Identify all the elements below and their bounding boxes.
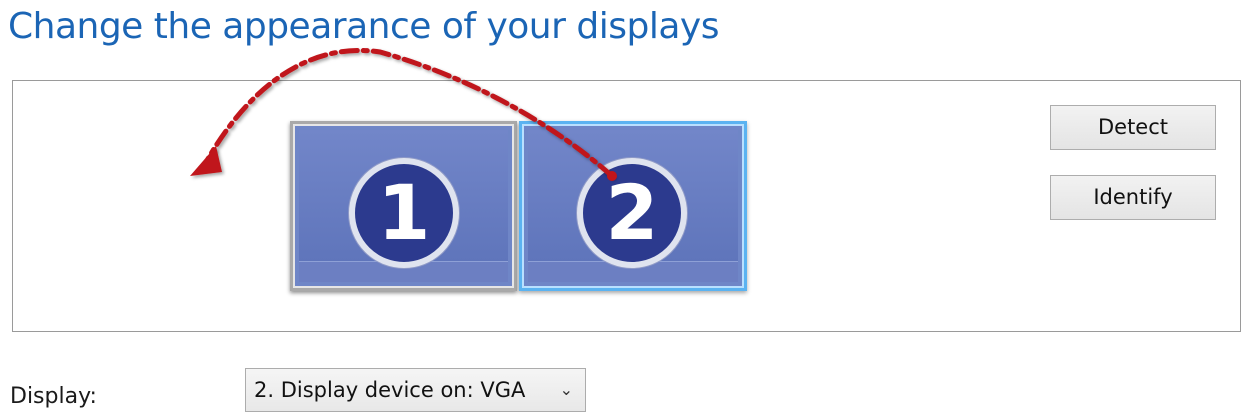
display-arrangement-panel[interactable]: 1 2 Detect Identify: [12, 80, 1241, 332]
display-label: Display:: [10, 384, 97, 409]
monitor-1[interactable]: 1: [290, 121, 517, 291]
monitor-number-badge: 1: [349, 158, 459, 268]
chevron-down-icon: ⌄: [559, 380, 573, 399]
identify-button[interactable]: Identify: [1050, 175, 1216, 220]
detect-button[interactable]: Detect: [1050, 105, 1216, 150]
monitor-2[interactable]: 2: [519, 121, 747, 291]
page-title: Change the appearance of your displays: [8, 6, 719, 47]
monitor-number-badge: 2: [577, 158, 687, 268]
display-select-value: 2. Display device on: VGA: [254, 378, 526, 402]
display-select[interactable]: 2. Display device on: VGA ⌄: [245, 368, 586, 412]
